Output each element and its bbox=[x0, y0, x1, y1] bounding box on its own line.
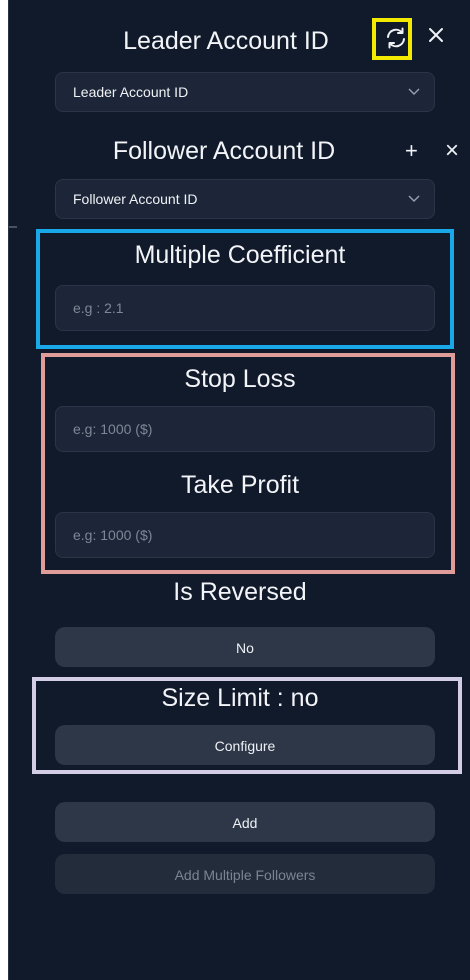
follower-account-select[interactable]: Follower Account ID bbox=[55, 179, 435, 219]
take-profit-title: Take Profit bbox=[180, 471, 300, 499]
chevron-down-icon bbox=[408, 195, 420, 202]
add-multiple-followers-button[interactable]: Add Multiple Followers bbox=[55, 854, 435, 894]
leader-account-select[interactable]: Leader Account ID bbox=[55, 72, 435, 112]
is-reversed-title: Is Reversed bbox=[173, 578, 307, 606]
close-icon[interactable] bbox=[427, 26, 445, 48]
multiple-coefficient-title: Multiple Coefficient bbox=[134, 241, 346, 269]
add-follower-icon[interactable]: + bbox=[405, 140, 418, 162]
follower-account-title: Follower Account ID bbox=[112, 137, 336, 165]
size-limit-title: Size Limit : no bbox=[161, 684, 319, 712]
stop-loss-title: Stop Loss bbox=[184, 365, 296, 393]
remove-follower-icon[interactable]: × bbox=[445, 139, 459, 163]
configure-size-limit-button[interactable]: Configure bbox=[55, 725, 435, 765]
refresh-icon[interactable] bbox=[384, 26, 408, 54]
leader-account-select-value: Leader Account ID bbox=[73, 84, 189, 100]
take-profit-input[interactable] bbox=[55, 512, 435, 558]
multiple-coefficient-input[interactable] bbox=[55, 285, 435, 331]
follower-config-panel: Leader Account ID Leader Account ID Foll… bbox=[8, 0, 470, 980]
panel-edge-mark bbox=[9, 226, 17, 228]
follower-account-select-value: Follower Account ID bbox=[73, 191, 198, 207]
stop-loss-input[interactable] bbox=[55, 406, 435, 452]
add-button[interactable]: Add bbox=[55, 802, 435, 842]
chevron-down-icon bbox=[408, 88, 420, 95]
is-reversed-toggle-button[interactable]: No bbox=[55, 627, 435, 667]
